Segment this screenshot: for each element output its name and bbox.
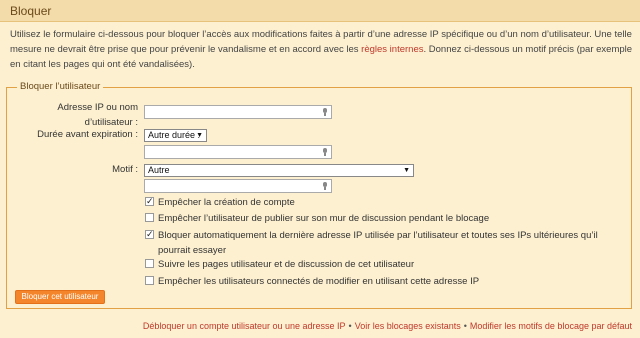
page-title: Bloquer	[10, 4, 52, 18]
unblock-link[interactable]: Débloquer un compte utilisateur ou une a…	[143, 321, 346, 331]
option-label: Empêcher l’utilisateur de publier sur so…	[158, 213, 490, 224]
checkbox[interactable]: ✓	[145, 197, 154, 206]
expiry-other-input[interactable]	[144, 145, 332, 159]
internal-rules-link[interactable]: règles internes	[361, 44, 423, 55]
option-label: Bloquer automatiquement la dernière adre…	[158, 230, 598, 256]
reason-select[interactable]: Autre ▼	[144, 164, 414, 177]
ip-label-line1: Adresse IP ou nom	[57, 102, 138, 113]
option-label: Empêcher la création de compte	[158, 197, 295, 208]
checkbox[interactable]	[145, 276, 154, 285]
reason-selected-value: Autre	[148, 165, 170, 175]
expiry-label: Durée avant expiration :	[37, 129, 138, 140]
expiry-select[interactable]: Autre durée : ▼	[144, 129, 207, 142]
microphone-icon[interactable]	[322, 108, 328, 116]
edit-block-reasons-link[interactable]: Modifier les motifs de blocage par défau…	[470, 321, 632, 331]
checkbox[interactable]	[145, 213, 154, 222]
intro-text: Utilisez le formulaire ci-dessous pour b…	[10, 27, 634, 72]
microphone-icon[interactable]	[322, 182, 328, 190]
block-user-button[interactable]: Bloquer cet utilisateur	[15, 290, 105, 304]
ip-label: Adresse IP ou nom d’utilisateur :	[40, 100, 138, 130]
microphone-icon[interactable]	[322, 148, 328, 156]
page-header: Bloquer	[0, 0, 640, 22]
ip-input[interactable]	[144, 105, 332, 119]
option-label: Suivre les pages utilisateur et de discu…	[158, 259, 415, 270]
reason-other-input[interactable]	[144, 179, 332, 193]
checkbox[interactable]: ✓	[145, 230, 154, 239]
fieldset-legend: Bloquer l’utilisateur	[17, 81, 104, 92]
dropdown-arrow-icon: ▼	[196, 132, 203, 139]
footer-separator: •	[463, 321, 467, 331]
reason-label: Motif :	[112, 164, 138, 175]
checkbox[interactable]	[145, 259, 154, 268]
option-label: Empêcher les utilisateurs connectés de m…	[158, 276, 480, 287]
expiry-selected-value: Autre durée :	[148, 130, 201, 140]
dropdown-arrow-icon: ▼	[403, 167, 410, 174]
footer-links: Débloquer un compte utilisateur ou une a…	[143, 321, 632, 331]
existing-blocks-link[interactable]: Voir les blocages existants	[355, 321, 461, 331]
footer-separator: •	[348, 321, 352, 331]
